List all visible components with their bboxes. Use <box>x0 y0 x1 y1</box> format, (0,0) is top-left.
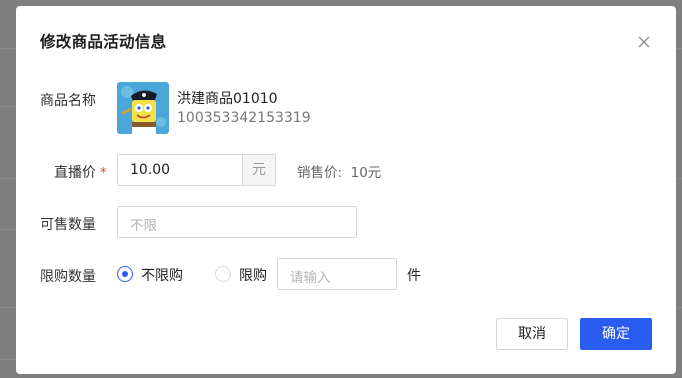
price-unit-addon: 元 <box>242 155 275 185</box>
radio-unlimited[interactable] <box>117 266 133 282</box>
backdrop-divider <box>676 48 682 49</box>
dialog-title: 修改商品活动信息 <box>40 33 167 51</box>
sale-price-text: 销售价: 10元 <box>297 165 382 181</box>
product-thumbnail <box>117 82 169 134</box>
backdrop-divider <box>0 48 16 49</box>
radio-limited-label[interactable]: 限购 <box>239 265 267 285</box>
required-mark: * <box>100 166 107 181</box>
live-price-label-text: 直播价 <box>54 165 96 181</box>
live-price-input[interactable]: 10.00 元 <box>117 154 276 186</box>
backdrop-divider <box>676 307 682 308</box>
close-icon[interactable] <box>634 32 654 52</box>
radio-unlimited-label[interactable]: 不限购 <box>141 265 183 285</box>
limit-quantity-placeholder: 请输入 <box>290 270 331 286</box>
stock-input[interactable]: 不限 <box>117 206 357 238</box>
product-label: 商品名称 <box>40 93 96 109</box>
live-price-value: 10.00 <box>130 162 171 178</box>
radio-limited[interactable] <box>215 266 231 282</box>
backdrop-divider <box>676 178 682 179</box>
backdrop-divider <box>0 359 16 360</box>
limit-unit: 件 <box>407 268 421 284</box>
limit-quantity-input[interactable]: 请输入 <box>277 258 397 290</box>
backdrop-divider <box>0 106 16 107</box>
stock-placeholder: 不限 <box>130 218 157 234</box>
live-price-label: 直播价 * <box>54 162 107 182</box>
edit-activity-dialog: 修改商品活动信息 商品名称 洪建商品01010 100353342153319 <box>16 6 676 374</box>
backdrop-divider <box>0 229 16 230</box>
stock-label: 可售数量 <box>40 217 96 233</box>
backdrop-divider <box>0 307 16 308</box>
product-name: 洪建商品01010 <box>177 91 278 107</box>
product-id: 100353342153319 <box>177 110 311 126</box>
confirm-button[interactable]: 确定 <box>580 318 652 350</box>
backdrop-divider <box>0 178 16 179</box>
cancel-button[interactable]: 取消 <box>496 318 568 350</box>
purchase-limit-label: 限购数量 <box>40 269 96 285</box>
